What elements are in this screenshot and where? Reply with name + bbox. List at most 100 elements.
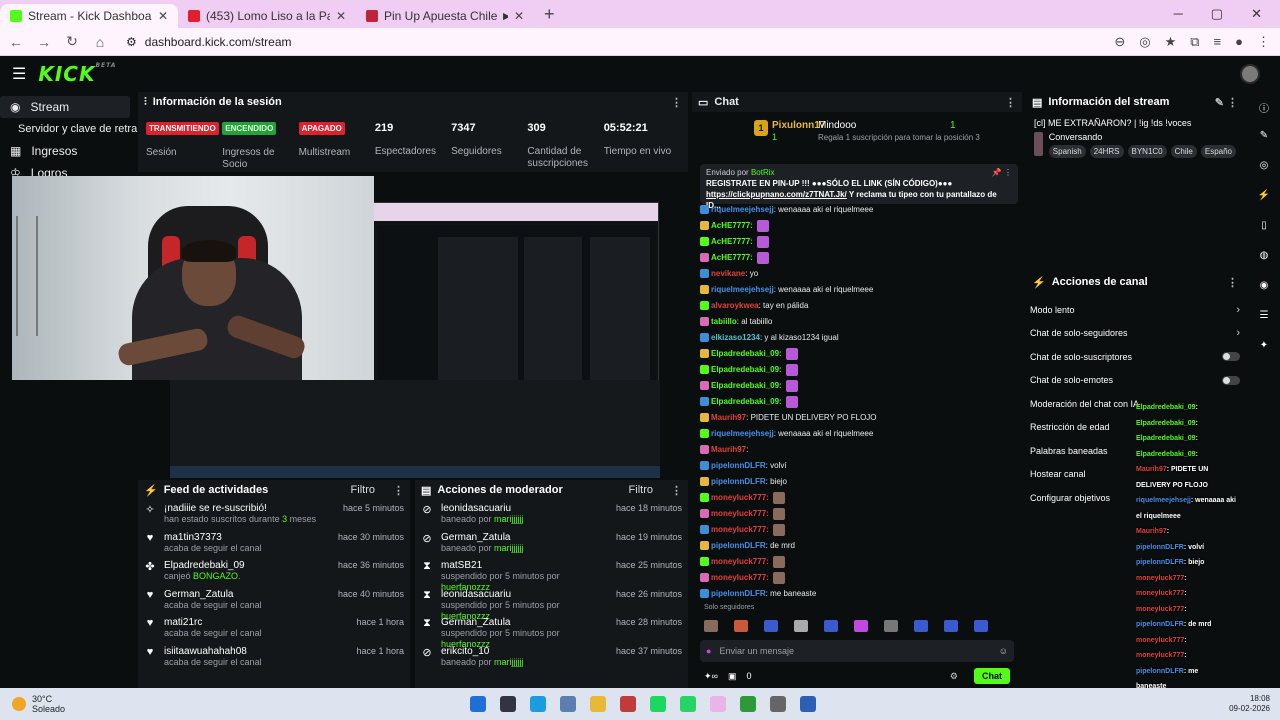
list-item[interactable]: ⧗ German_Zatula suspendido por 5 minutos p… (415, 614, 688, 649)
browser-tab[interactable]: (453) Lomo Liso a la Parrilla - Y ✕ (178, 4, 356, 28)
chat-message[interactable]: AcHE7777: (700, 250, 1018, 266)
list-item[interactable]: ⧗ leonidasacuariu suspendido por 5 minutos… (415, 586, 688, 621)
chat-username[interactable]: riquelmeejehsejj (711, 285, 774, 294)
emote[interactable] (824, 620, 838, 632)
chat-message[interactable]: tabiillo: al tabiillo (700, 314, 1018, 330)
row-name[interactable]: isiitaawuahahah08 (164, 646, 348, 657)
chat-message[interactable]: moneyluck777: (700, 506, 1018, 522)
chat-message[interactable]: moneyluck777: (700, 570, 1018, 586)
chat-message[interactable]: elkizaso1234: y al kizaso1234 igual (700, 330, 1018, 346)
list-item[interactable]: ♥ German_Zatula acaba de seguir el canal ha… (138, 586, 410, 615)
chat-message[interactable]: nevikane: yo (700, 266, 1018, 282)
chat-message[interactable]: alvaroykwea: tay en pálida (700, 298, 1018, 314)
send-chat-button[interactable]: Chat (974, 668, 1010, 684)
home-icon[interactable]: ⌂ (88, 34, 112, 50)
chat-username[interactable]: moneyluck777: (711, 493, 769, 502)
sidebar-item-server-key[interactable]: Servidor y clave de retransm (0, 118, 158, 140)
chat-username[interactable]: Maurih97 (711, 413, 746, 422)
list-item[interactable]: ⧗ matSB21 suspendido por 5 minutos por hue… (415, 557, 688, 592)
chat-username[interactable]: riquelmeejehsejj (711, 205, 774, 214)
list-item[interactable]: ⊘ erikcito_10 baneado por marijjjjjj hace 3… (415, 643, 688, 672)
row-name[interactable]: leonidasacuariu (441, 589, 608, 600)
channel-action-item[interactable]: Chat de solo-emotes (1026, 369, 1244, 393)
emote[interactable] (914, 620, 928, 632)
kick-logo[interactable]: KICKBETA (38, 62, 116, 86)
new-tab-button[interactable]: + (544, 4, 555, 25)
kebab-icon[interactable]: ⋮ (671, 484, 682, 497)
chat-username[interactable]: pipelonnDLFR (711, 461, 766, 470)
stream-tag[interactable]: Españo (1200, 145, 1236, 158)
row-name[interactable]: erikcito_10 (441, 646, 608, 657)
list-item[interactable]: ⊘ leonidasacuariu baneado por marijjjjjj ha… (415, 500, 688, 529)
kebab-icon[interactable]: ⋮ (671, 96, 682, 109)
mod-filter-button[interactable]: Filtro (629, 484, 653, 496)
chat-username[interactable]: AcHE7777: (711, 253, 753, 262)
pinned-link[interactable]: https://clickpupnano.com/z7TNAT.Jk/ (706, 190, 847, 199)
chat-username[interactable]: moneyluck777: (711, 573, 769, 582)
chrome-icon[interactable] (710, 696, 726, 712)
list-icon[interactable]: ☰ (1257, 310, 1271, 324)
target-icon[interactable]: ◎ (1257, 160, 1271, 174)
info-icon[interactable]: ⓘ (1257, 100, 1271, 115)
back-icon[interactable]: ← (4, 34, 28, 50)
kebab-icon[interactable]: ⋮ (393, 484, 404, 497)
chat-username[interactable]: AcHE7777: (711, 221, 753, 230)
row-name[interactable]: German_Zatula (164, 589, 330, 600)
chat-message[interactable]: pipelonnDLFR: volví (700, 458, 1018, 474)
row-name[interactable]: German_Zatula (441, 532, 608, 543)
start-icon[interactable] (470, 696, 486, 712)
profile-icon[interactable]: ● (1235, 34, 1243, 50)
url-field[interactable]: ⚙ dashboard.kick.com/stream (126, 35, 292, 49)
chat-username[interactable]: pipelonnDLFR (711, 541, 766, 550)
stream-tag[interactable]: Spanish (1048, 145, 1086, 158)
chat-bubble-icon[interactable]: ◍ (1257, 250, 1271, 264)
chat-message[interactable]: pipelonnDLFR: me baneaste (700, 586, 1018, 602)
hamburger-menu-icon[interactable]: ☰ (12, 64, 26, 84)
store-icon[interactable] (560, 696, 576, 712)
channel-action-item[interactable]: Modo lento › (1026, 298, 1244, 322)
weather-widget[interactable]: 30°C Soleado (12, 694, 65, 714)
stream-tag[interactable]: 24HRS (1089, 145, 1124, 158)
toggle-switch[interactable] (1222, 375, 1240, 385)
chat-username[interactable]: AcHE7777: (711, 237, 753, 246)
row-name[interactable]: German_Zatula (441, 617, 608, 628)
emote[interactable] (794, 620, 808, 632)
menu-icon[interactable]: ⋮ (1257, 34, 1270, 50)
pen-icon[interactable]: ✎ (1257, 130, 1271, 144)
row-name[interactable]: matSB21 (441, 560, 608, 571)
list-item[interactable]: ✤ Elpadredebaki_09 canjeó BONGAZO. hace 36 … (138, 557, 410, 586)
site-info-icon[interactable]: ⚙ (126, 35, 137, 49)
star-icon[interactable]: ★ (1165, 34, 1177, 50)
chat-username[interactable]: Elpadredebaki_09: (711, 349, 782, 358)
chat-username[interactable]: pipelonnDLFR (711, 589, 766, 598)
stream-tag[interactable]: BYN1C0 (1127, 145, 1167, 158)
chat-message[interactable]: Elpadredebaki_09: (700, 346, 1018, 362)
row-name[interactable]: ma1tin37373 (164, 532, 330, 543)
xbox-icon[interactable] (740, 696, 756, 712)
emote[interactable] (854, 620, 868, 632)
app-icon[interactable] (620, 696, 636, 712)
settings-icon[interactable]: ⚙ (950, 671, 958, 682)
chat-username[interactable]: tabiillo (711, 317, 737, 326)
chat-message[interactable]: riquelmeejehsejj: wenaaaa aki el riquelm… (700, 282, 1018, 298)
forward-icon[interactable]: → (32, 34, 56, 50)
emote[interactable] (704, 620, 718, 632)
row-name[interactable]: ¡nadiiie se re-suscribió! (164, 503, 335, 514)
browser-tab[interactable]: Stream - Kick Dashboard ✕ (0, 4, 178, 28)
sidebar-item-stream[interactable]: ◉ Stream (0, 96, 130, 118)
chat-message[interactable]: moneyluck777: (700, 490, 1018, 506)
chat-username[interactable]: alvaroykwea (711, 301, 759, 310)
chevron-right-icon[interactable]: › (1236, 327, 1240, 339)
notes-icon[interactable] (800, 696, 816, 712)
list-item[interactable]: ♥ ma1tin37373 acaba de seguir el canal hace… (138, 529, 410, 558)
pin-icon[interactable]: 📌 ⋮ (992, 167, 1012, 178)
pinned-message[interactable]: Enviado por BotRix 📌 ⋮ REGISTRATE EN PIN… (700, 164, 1018, 210)
media-icon[interactable]: ≡ (1214, 34, 1222, 50)
browser-tab[interactable]: Pin Up Apuesta Chile ► Libro ✕ (356, 4, 534, 28)
kebab-icon[interactable]: ⋮ (1005, 96, 1016, 109)
emote[interactable] (974, 620, 988, 632)
chat-message[interactable]: pipelonnDLFR: biejo (700, 474, 1018, 490)
zoom-icon[interactable]: ⊖ (1114, 34, 1125, 50)
minimize-icon[interactable]: ─ (1174, 6, 1183, 22)
chat-username[interactable]: Elpadredebaki_09: (711, 397, 782, 406)
